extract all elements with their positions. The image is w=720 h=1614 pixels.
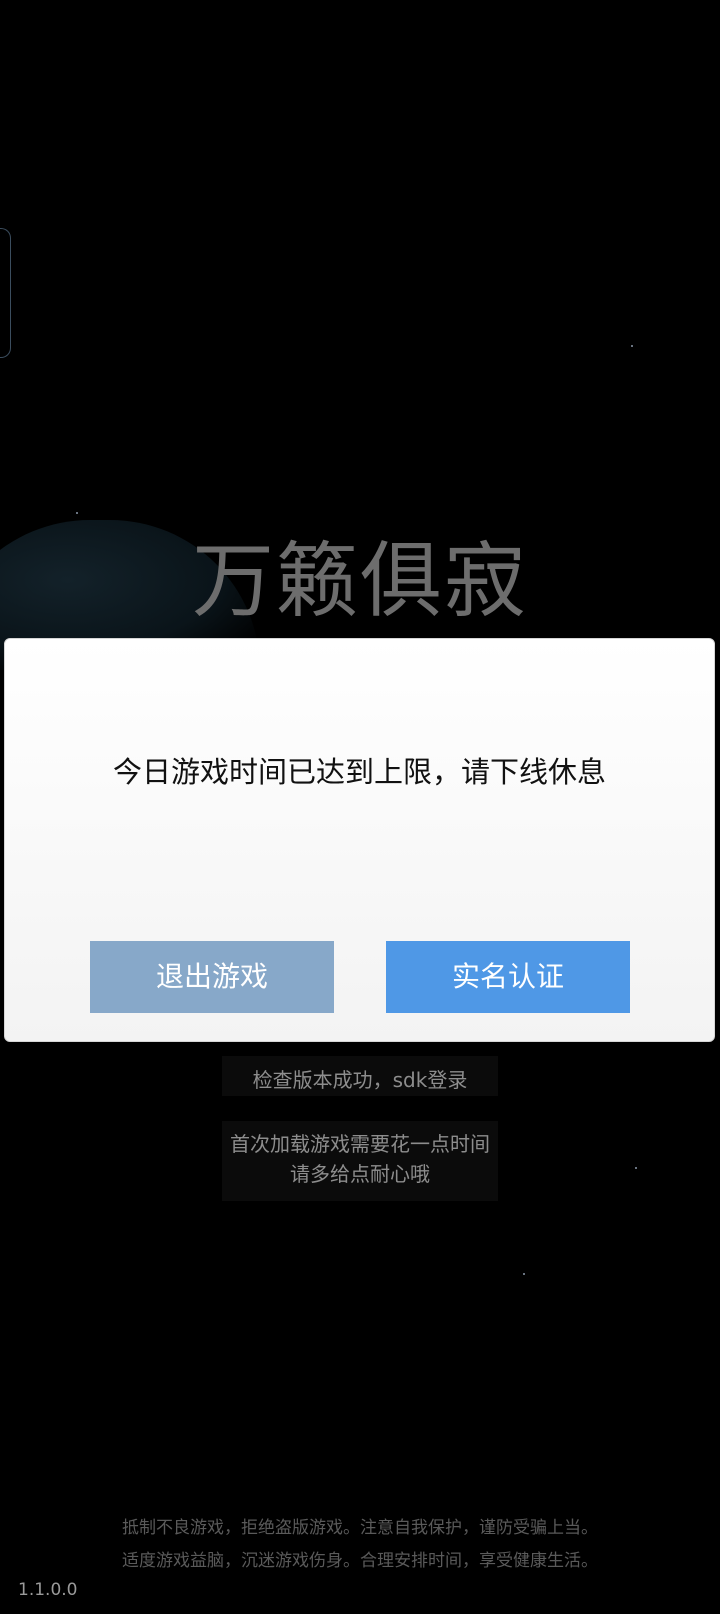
- dialog-message: 今日游戏时间已达到上限，请下线休息: [112, 755, 606, 789]
- health-notice-line2: 适度游戏益脑，沉迷游戏伤身。合理安排时间，享受健康生活。: [122, 1551, 598, 1571]
- version-label: 1.1.0.0: [18, 1580, 78, 1600]
- real-name-verify-button[interactable]: 实名认证: [386, 941, 630, 1013]
- health-notice-line1: 抵制不良游戏，拒绝盗版游戏。注意自我保护，谨防受骗上当。: [122, 1518, 598, 1538]
- playtime-limit-dialog: 今日游戏时间已达到上限，请下线休息 退出游戏 实名认证: [4, 638, 715, 1042]
- floating-edge-tab[interactable]: [0, 228, 11, 358]
- exit-game-button[interactable]: 退出游戏: [90, 941, 334, 1013]
- loading-hint-line1: 首次加载游戏需要花一点时间: [230, 1132, 490, 1156]
- star-decoration: [76, 512, 78, 514]
- game-loading-screen: 万籁俱寂 检查版本成功，sdk登录 首次加载游戏需要花一点时间 请多给点耐心哦 …: [0, 0, 720, 1614]
- game-title-logo: 万籁俱寂: [191, 534, 528, 629]
- loading-hint-line2: 请多给点耐心哦: [290, 1162, 430, 1186]
- star-decoration: [523, 1273, 525, 1275]
- status-text: 检查版本成功，sdk登录: [252, 1068, 468, 1092]
- star-decoration: [631, 345, 633, 347]
